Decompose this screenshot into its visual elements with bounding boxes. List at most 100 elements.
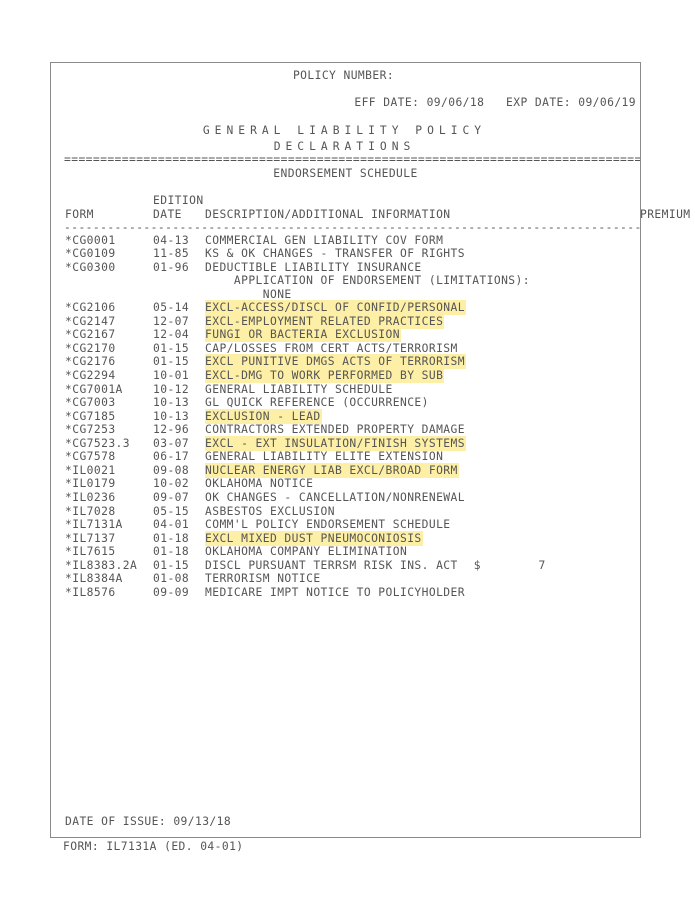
cell-edition-date xyxy=(153,288,205,302)
table-row: *CG2176 01-15 EXCL PUNITIVE DMGS ACTS OF T… xyxy=(51,354,640,370)
column-header-form: FORM xyxy=(65,208,94,222)
cell-description: NONE xyxy=(205,287,292,301)
cell-edition-date: 10-13 xyxy=(153,396,190,410)
cell-form-number: *CG7003 xyxy=(65,396,116,410)
policy-title-line-2: DECLARATIONS xyxy=(273,139,416,153)
cell-edition-date: 01-96 xyxy=(153,260,190,274)
cell-edition-date: 01-18 xyxy=(153,531,190,545)
cell-description: EXCL PUNITIVE DMGS ACTS OF TERRORISM xyxy=(205,354,466,370)
cell-form-number: *CG0109 xyxy=(65,247,116,261)
cell-edition-date: 01-18 xyxy=(153,545,190,559)
cell-form-number: *CG2147 xyxy=(65,314,116,328)
cell-form-number: *IL8576 xyxy=(65,585,116,599)
date-of-issue: DATE OF ISSUE: 09/13/18 xyxy=(65,815,232,829)
cell-edition-date: 01-15 xyxy=(153,341,190,355)
form-number-footer: FORM: IL7131A (ED. 04-01) xyxy=(63,840,244,853)
cell-form-number: *IL7615 xyxy=(65,545,116,559)
cell-edition-date: 09-08 xyxy=(153,463,190,477)
cell-description: KS & OK CHANGES - TRANSFER OF RIGHTS xyxy=(205,247,465,261)
cell-description: GL QUICK REFERENCE (OCCURRENCE) xyxy=(205,396,429,410)
table-row: *CG0300 01-96 DEDUCTIBLE LIABILITY INSURAN… xyxy=(51,261,640,275)
cell-description: EXCL-EMPLOYMENT RELATED PRACTICES xyxy=(205,313,445,329)
cell-form-number: *CG2170 xyxy=(65,341,116,355)
table-row: *CG2106 05-14 EXCL-ACCESS/DISCL OF CONFID/… xyxy=(51,300,640,316)
cell-description: CONTRACTORS EXTENDED PROPERTY DAMAGE xyxy=(205,423,465,437)
table-row: *IL0236 09-07 OK CHANGES - CANCELLATION/NO… xyxy=(51,491,640,505)
cell-description: MEDICARE IMPT NOTICE TO POLICYHOLDER xyxy=(205,585,465,599)
cell-description: DEDUCTIBLE LIABILITY INSURANCE xyxy=(205,260,422,274)
highlight-mark: FUNGI OR BACTERIA EXCLUSION xyxy=(205,327,401,343)
table-header-edition-row: EDITION xyxy=(51,194,640,208)
highlight-mark: NUCLEAR ENERGY LIAB EXCL/BROAD FORM xyxy=(205,462,459,478)
cell-form-number: *IL0179 xyxy=(65,477,116,491)
cell-description: FUNGI OR BACTERIA EXCLUSION xyxy=(205,327,401,343)
section-title-endorsement-schedule: ENDORSEMENT SCHEDULE xyxy=(273,167,418,181)
cell-description: EXCL MIXED DUST PNEUMOCONIOSIS xyxy=(205,530,423,546)
table-row: *CG7001A 10-12 GENERAL LIABILITY SCHEDULE xyxy=(51,383,640,397)
cell-description: ASBESTOS EXCLUSION xyxy=(205,504,335,518)
cell-form-number: *IL0021 xyxy=(65,463,116,477)
cell-form-number: *IL7137 xyxy=(65,531,116,545)
policy-number-label: POLICY NUMBER: xyxy=(292,69,395,82)
endorsement-rows: *CG0001 04-13 COMMERCIAL GEN LIABILITY COV… xyxy=(51,234,640,600)
cell-form-number: *IL0236 xyxy=(65,490,116,504)
table-header-row: FORM DATE DESCRIPTION/ADDITIONAL INFORMATI… xyxy=(51,208,690,222)
cell-edition-date xyxy=(153,274,205,288)
cell-description: EXCL-ACCESS/DISCL OF CONFID/PERSONAL xyxy=(205,300,466,316)
table-row: *CG0109 11-85 KS & OK CHANGES - TRANSFER O… xyxy=(51,247,640,261)
cell-description: NUCLEAR ENERGY LIAB EXCL/BROAD FORM xyxy=(205,462,459,478)
table-row: *CG7185 10-13 EXCLUSION - LEAD xyxy=(51,408,640,424)
cell-premium-amount: 7 xyxy=(538,558,546,572)
cell-edition-date: 03-07 xyxy=(153,436,190,450)
cell-premium-currency: $ xyxy=(473,558,481,572)
table-row: *CG2147 12-07 EXCL-EMPLOYMENT RELATED PRAC… xyxy=(51,313,640,329)
column-header-date: DATE xyxy=(153,208,182,222)
cell-description: EXCLUSION - LEAD xyxy=(205,408,322,424)
cell-edition-date: 09-09 xyxy=(153,585,190,599)
cell-description: CAP/LOSSES FROM CERT ACTS/TERRORISM xyxy=(205,341,458,355)
table-row: *IL7137 01-18 EXCL MIXED DUST PNEUMOCONIOS… xyxy=(51,530,640,546)
cell-edition-date: 11-85 xyxy=(153,247,190,261)
cell-edition-date: 06-17 xyxy=(153,450,190,464)
cell-edition-date: 12-07 xyxy=(153,314,190,328)
cell-edition-date: 09-07 xyxy=(153,490,190,504)
highlight-mark: EXCL MIXED DUST PNEUMOCONIOSIS xyxy=(205,530,423,546)
table-row: *CG7253 12-96 CONTRACTORS EXTENDED PROPERT… xyxy=(51,423,640,437)
cell-form-number xyxy=(65,288,153,302)
effective-expiration-dates: EFF DATE: 09/06/18 EXP DATE: 09/06/19 xyxy=(354,96,636,110)
cell-description: OKLAHOMA COMPANY ELIMINATION xyxy=(205,545,408,559)
table-row: *IL0179 10-02 OKLAHOMA NOTICE xyxy=(51,477,640,491)
cell-form-number: *IL8384A xyxy=(65,572,123,586)
cell-edition-date: 10-12 xyxy=(153,382,190,396)
cell-form-number: *CG7578 xyxy=(65,450,116,464)
cell-description: EXCL-DMG TO WORK PERFORMED BY SUB xyxy=(205,368,445,384)
cell-edition-date: 05-15 xyxy=(153,504,190,518)
document-body: POLICY NUMBER: EFF DATE: 09/06/18 EXP DA… xyxy=(51,63,690,837)
cell-edition-date: 10-01 xyxy=(153,369,190,383)
table-row: *IL8383.2A 01-15 DISCL PURSUANT TERRSM RIS… xyxy=(51,559,640,573)
cell-form-number: *CG2106 xyxy=(65,301,116,315)
cell-form-number: *CG7253 xyxy=(65,423,116,437)
policy-title-line-1: GENERAL LIABILITY POLICY xyxy=(202,124,487,138)
cell-description: COMM'L POLICY ENDORSEMENT SCHEDULE xyxy=(205,518,451,532)
cell-edition-date: 12-04 xyxy=(153,328,190,342)
cell-description: OKLAHOMA NOTICE xyxy=(205,477,314,491)
table-row: *CG7578 06-17 GENERAL LIABILITY ELITE EXTE… xyxy=(51,450,640,464)
cell-edition-date: 01-08 xyxy=(153,572,190,586)
cell-form-number: *IL7131A xyxy=(65,518,123,532)
table-row: *IL8384A 01-08 TERRORISM NOTICE xyxy=(51,572,640,586)
cell-form-number: *CG0001 xyxy=(65,233,116,247)
table-row: *IL0021 09-08 NUCLEAR ENERGY LIAB EXCL/BRO… xyxy=(51,462,640,478)
document-page-border: POLICY NUMBER: EFF DATE: 09/06/18 EXP DA… xyxy=(50,62,690,838)
table-row: *CG0001 04-13 COMMERCIAL GEN LIABILITY COV… xyxy=(51,234,640,248)
cell-form-number: *CG2294 xyxy=(65,369,116,383)
table-row: *IL8576 09-09 MEDICARE IMPT NOTICE TO POLI… xyxy=(51,586,640,600)
cell-form-number: *CG2176 xyxy=(65,355,116,369)
cell-edition-date: 12-96 xyxy=(153,423,190,437)
cell-description: TERRORISM NOTICE xyxy=(205,572,321,586)
cell-form-number xyxy=(65,274,153,288)
cell-edition-date: 05-14 xyxy=(153,301,190,315)
cell-form-number: *CG7185 xyxy=(65,409,116,423)
